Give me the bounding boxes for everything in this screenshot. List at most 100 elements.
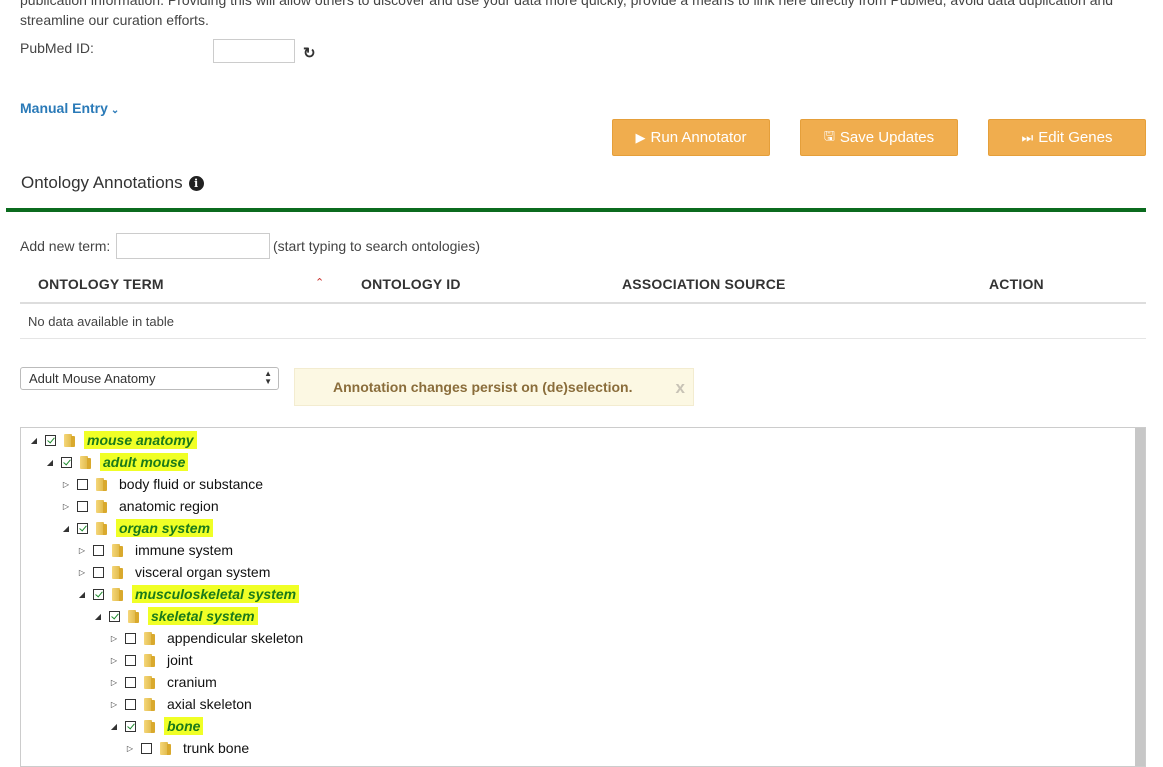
play-icon: ▶ xyxy=(635,129,646,145)
column-header-action[interactable]: ACTION xyxy=(989,276,1044,292)
tree-node-checkbox[interactable] xyxy=(125,720,136,732)
expand-toggle-icon[interactable]: ▷ xyxy=(61,502,71,511)
info-icon[interactable]: i xyxy=(188,176,204,191)
folder-icon xyxy=(160,741,171,755)
expand-toggle-icon[interactable]: ▷ xyxy=(77,546,87,555)
section-divider xyxy=(6,208,1146,212)
tree-node-label[interactable]: joint xyxy=(164,651,196,669)
alert-message: Annotation changes persist on (de)select… xyxy=(333,379,633,395)
folder-icon xyxy=(80,455,91,469)
tree-node[interactable]: ▷ trunk bone xyxy=(125,738,252,758)
expand-toggle-icon[interactable]: ▷ xyxy=(125,744,135,753)
tree-node-label[interactable]: trunk bone xyxy=(180,739,252,757)
tree-node-label[interactable]: skeletal system xyxy=(148,607,258,625)
section-title: Ontology Annotations i xyxy=(21,173,204,193)
tree-node[interactable]: ◢ skeletal system xyxy=(93,606,258,626)
tree-node[interactable]: ▷ joint xyxy=(109,650,196,670)
tree-node-checkbox[interactable] xyxy=(125,654,136,666)
tree-node-label[interactable]: musculoskeletal system xyxy=(132,585,300,603)
tree-node-checkbox[interactable] xyxy=(93,544,104,556)
folder-icon xyxy=(96,477,107,491)
run-annotator-label: Run Annotator xyxy=(650,129,747,146)
ontology-select[interactable]: Adult Mouse Anatomy ▲ ▼ xyxy=(20,367,279,390)
tree-node-label[interactable]: organ system xyxy=(116,519,214,537)
tree-node[interactable]: ◢ organ system xyxy=(61,518,214,538)
tree-node-checkbox[interactable] xyxy=(141,742,152,754)
collapse-toggle-icon[interactable]: ◢ xyxy=(77,590,87,599)
tree-node[interactable]: ▷ immune system xyxy=(77,540,236,560)
save-updates-button[interactable]: 🖫 Save Updates xyxy=(800,119,958,156)
tree-node-checkbox[interactable] xyxy=(125,676,136,688)
tree-node[interactable]: ◢ mouse anatomy xyxy=(29,430,197,450)
tree-node-label[interactable]: appendicular skeleton xyxy=(164,629,306,647)
tree-node-label[interactable]: immune system xyxy=(132,541,236,559)
tree-node-label[interactable]: anatomic region xyxy=(116,497,222,515)
tree-node[interactable]: ◢ adult mouse xyxy=(45,452,189,472)
tree-node-checkbox[interactable] xyxy=(109,610,120,622)
manual-entry-toggle[interactable]: Manual Entry ⌄ xyxy=(20,100,119,116)
tree-node[interactable]: ▷ appendicular skeleton xyxy=(109,628,306,648)
tree-node-checkbox[interactable] xyxy=(61,456,72,468)
run-annotator-button[interactable]: ▶ Run Annotator xyxy=(612,119,770,156)
expand-toggle-icon[interactable]: ▷ xyxy=(109,634,119,643)
tree-node-checkbox[interactable] xyxy=(93,566,104,578)
floppy-disk-icon: 🖫 xyxy=(823,127,835,143)
ontology-tree: ◢ mouse anatomy ◢ adult mouse ▷ body fluid or… xyxy=(20,427,1146,767)
tree-node-checkbox[interactable] xyxy=(93,588,104,600)
table-row-divider xyxy=(20,338,1146,339)
close-icon[interactable]: x xyxy=(676,378,685,398)
column-header-ontology-term[interactable]: ONTOLOGY TERM xyxy=(38,276,164,292)
pubmed-id-input[interactable] xyxy=(213,39,295,63)
folder-icon xyxy=(96,521,107,535)
tree-node-label[interactable]: body fluid or substance xyxy=(116,475,266,493)
sort-ascending-icon[interactable]: ⌃ xyxy=(315,276,324,289)
select-arrows-icon: ▲ ▼ xyxy=(264,369,272,386)
tree-node-label[interactable]: visceral organ system xyxy=(132,563,273,581)
tree-node-checkbox[interactable] xyxy=(125,698,136,710)
expand-toggle-icon[interactable]: ▷ xyxy=(61,480,71,489)
tree-node[interactable]: ◢ bone xyxy=(109,716,204,736)
expand-toggle-icon[interactable]: ▷ xyxy=(77,568,87,577)
save-updates-label: Save Updates xyxy=(839,129,935,146)
tree-node-checkbox[interactable] xyxy=(125,632,136,644)
manual-entry-label: Manual Entry xyxy=(20,100,108,116)
expand-toggle-icon[interactable]: ▷ xyxy=(109,678,119,687)
table-header-divider xyxy=(20,302,1146,304)
tree-node-label[interactable]: adult mouse xyxy=(100,453,189,471)
collapse-toggle-icon[interactable]: ◢ xyxy=(109,722,119,731)
expand-toggle-icon[interactable]: ▷ xyxy=(109,700,119,709)
tree-node-label[interactable]: cranium xyxy=(164,673,220,691)
tree-node-checkbox[interactable] xyxy=(77,500,88,512)
add-term-input[interactable] xyxy=(116,233,270,259)
ontology-annotations-title: Ontology Annotations xyxy=(21,173,183,192)
tree-scrollbar[interactable] xyxy=(1135,428,1145,766)
tree-node[interactable]: ▷ anatomic region xyxy=(61,496,222,516)
collapse-toggle-icon[interactable]: ◢ xyxy=(61,524,71,533)
tree-node-checkbox[interactable] xyxy=(77,522,88,534)
tree-node[interactable]: ▷ axial skeleton xyxy=(109,694,255,714)
edit-genes-label: Edit Genes xyxy=(1038,129,1113,146)
tree-node[interactable]: ▷ visceral organ system xyxy=(77,562,273,582)
tree-node[interactable]: ▷ body fluid or substance xyxy=(61,474,266,494)
skip-forward-icon: ⏭ xyxy=(1021,129,1034,145)
tree-node-label[interactable]: bone xyxy=(164,717,204,735)
folder-icon xyxy=(144,675,155,689)
folder-icon xyxy=(144,697,155,711)
tree-node[interactable]: ◢ musculoskeletal system xyxy=(77,584,300,604)
expand-toggle-icon[interactable]: ▷ xyxy=(109,656,119,665)
column-header-ontology-id[interactable]: ONTOLOGY ID xyxy=(361,276,461,292)
collapse-toggle-icon[interactable]: ◢ xyxy=(29,436,39,445)
collapse-toggle-icon[interactable]: ◢ xyxy=(45,458,55,467)
column-header-association-source[interactable]: ASSOCIATION SOURCE xyxy=(622,276,786,292)
pubmed-id-label: PubMed ID: xyxy=(20,40,94,56)
refresh-icon[interactable]: ↻ xyxy=(303,44,316,62)
tree-node-label[interactable]: mouse anatomy xyxy=(84,431,197,449)
tree-node[interactable]: ▷ cranium xyxy=(109,672,220,692)
tree-node-label[interactable]: axial skeleton xyxy=(164,695,255,713)
collapse-toggle-icon[interactable]: ◢ xyxy=(93,612,103,621)
tree-node-checkbox[interactable] xyxy=(45,434,56,446)
edit-genes-button[interactable]: ⏭ Edit Genes xyxy=(988,119,1146,156)
tree-node-checkbox[interactable] xyxy=(77,478,88,490)
chevron-down-icon: ⌄ xyxy=(110,105,120,116)
folder-icon xyxy=(112,543,123,557)
